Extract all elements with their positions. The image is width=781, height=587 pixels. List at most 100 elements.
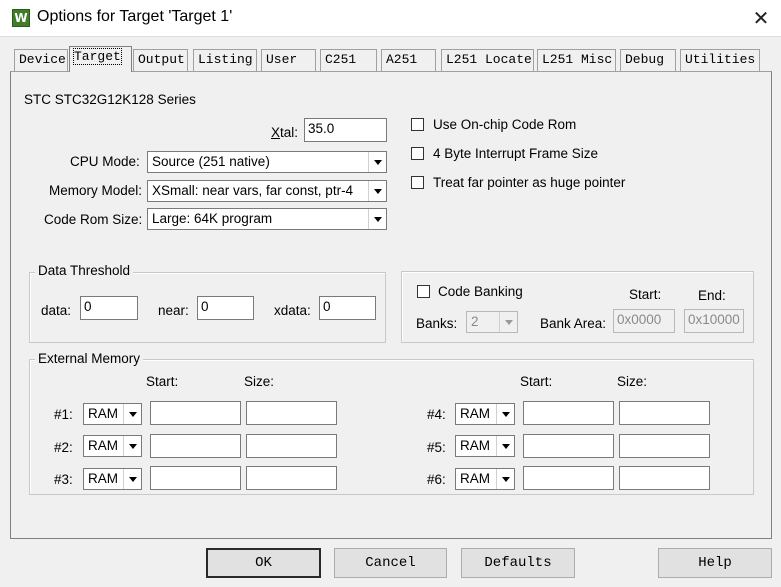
chevron-down-icon[interactable] (496, 404, 514, 424)
tab-output[interactable]: Output (133, 49, 188, 71)
chevron-down-icon[interactable] (368, 209, 386, 229)
ext-mem-3-size-input[interactable] (246, 466, 337, 490)
use-onchip-code-rom-checkbox[interactable] (411, 118, 424, 131)
ext-mem-6-label: #6: (427, 472, 446, 487)
code-banking-label: Code Banking (438, 284, 523, 299)
near-threshold-input[interactable]: 0 (197, 296, 254, 320)
cancel-button[interactable]: Cancel (334, 548, 447, 578)
cpu-mode-value: Source (251 native) (152, 154, 270, 169)
ext-mem-4-type-value: RAM (460, 406, 490, 421)
ok-button[interactable]: OK (206, 548, 321, 578)
tab-debug[interactable]: Debug (620, 49, 676, 71)
data-label: data: (41, 303, 72, 318)
memory-model-select[interactable]: XSmall: near vars, far const, ptr-4 (147, 180, 387, 202)
tab-l251-locate[interactable]: L251 Locate (441, 49, 534, 71)
memory-model-label: Memory Model: (49, 183, 143, 198)
xtal-input[interactable]: 35.0 (304, 118, 387, 142)
ext-mem-4-size-input[interactable] (619, 401, 710, 425)
ext-size-header-left: Size: (244, 374, 275, 389)
external-memory-title: External Memory (35, 351, 144, 366)
ext-mem-3-type-select[interactable]: RAM (83, 468, 142, 490)
tab-utilities[interactable]: Utilities (680, 49, 760, 71)
ext-mem-1-type-value: RAM (88, 406, 118, 421)
far-pointer-label: Treat far pointer as huge pointer (433, 175, 626, 190)
bank-end-label: End: (698, 288, 726, 303)
bank-area-end-input[interactable]: 0x10000 (684, 309, 744, 333)
ext-start-header-right: Start: (520, 374, 553, 389)
ext-mem-2-size-input[interactable] (246, 434, 337, 458)
ext-mem-2-type-select[interactable]: RAM (83, 435, 142, 457)
chevron-down-icon[interactable] (499, 312, 517, 332)
chevron-down-icon[interactable] (123, 469, 141, 489)
xdata-threshold-input[interactable]: 0 (319, 296, 376, 320)
bank-area-start-input[interactable]: 0x0000 (613, 309, 675, 333)
bank-start-label: Start: (629, 287, 662, 302)
ext-mem-4-start-input[interactable] (523, 401, 614, 425)
ext-mem-6-type-select[interactable]: RAM (455, 468, 515, 490)
tab-l251-misc[interactable]: L251 Misc (537, 49, 616, 71)
ext-mem-6-start-input[interactable] (523, 466, 614, 490)
ext-mem-5-label: #5: (427, 440, 446, 455)
banks-select[interactable]: 2 (466, 311, 518, 333)
ext-mem-5-size-input[interactable] (619, 434, 710, 458)
tab-c251[interactable]: C251 (320, 49, 377, 71)
ext-start-header-left: Start: (146, 374, 179, 389)
chevron-down-icon[interactable] (368, 181, 386, 201)
ext-size-header-right: Size: (617, 374, 648, 389)
ext-mem-5-start-input[interactable] (523, 434, 614, 458)
interrupt-frame-checkbox[interactable] (411, 147, 424, 160)
ext-mem-3-type-value: RAM (88, 471, 118, 486)
title-bar: W Options for Target 'Target 1' ✕ (0, 0, 781, 36)
banks-value: 2 (471, 314, 479, 329)
ext-mem-4-type-select[interactable]: RAM (455, 403, 515, 425)
ext-mem-2-start-input[interactable] (150, 434, 241, 458)
chevron-down-icon[interactable] (123, 404, 141, 424)
ext-mem-3-label: #3: (54, 472, 73, 487)
xdata-label: xdata: (274, 303, 311, 318)
ext-mem-3-start-input[interactable] (150, 466, 241, 490)
tab-device[interactable]: Device (14, 49, 68, 71)
cpu-mode-select[interactable]: Source (251 native) (147, 151, 387, 173)
keil-app-icon: W (12, 9, 30, 27)
close-icon[interactable]: ✕ (748, 5, 774, 31)
chevron-down-icon[interactable] (123, 436, 141, 456)
near-label: near: (158, 303, 189, 318)
tab-target[interactable]: Target (69, 46, 132, 72)
tab-user[interactable]: User (261, 49, 316, 71)
target-tab-panel: STC STC32G12K128 Series Xtal: 35.0 CPU M… (10, 71, 772, 539)
help-button[interactable]: Help (658, 548, 772, 578)
ext-mem-4-label: #4: (427, 407, 446, 422)
code-banking-checkbox[interactable] (417, 285, 430, 298)
ext-mem-5-type-value: RAM (460, 438, 490, 453)
ext-mem-1-label: #1: (54, 407, 73, 422)
chevron-down-icon[interactable] (368, 152, 386, 172)
device-series: STC STC32G12K128 Series (24, 92, 196, 107)
data-threshold-title: Data Threshold (35, 263, 134, 278)
chevron-down-icon[interactable] (496, 469, 514, 489)
memory-model-value: XSmall: near vars, far const, ptr-4 (152, 183, 354, 198)
ext-mem-1-type-select[interactable]: RAM (83, 403, 142, 425)
far-pointer-checkbox[interactable] (411, 176, 424, 189)
code-rom-size-label: Code Rom Size: (44, 212, 143, 227)
data-threshold-input[interactable]: 0 (80, 296, 138, 320)
ext-mem-1-start-input[interactable] (150, 401, 241, 425)
ext-mem-2-type-value: RAM (88, 438, 118, 453)
tab-listing[interactable]: Listing (193, 49, 257, 71)
chevron-down-icon[interactable] (496, 436, 514, 456)
code-rom-size-select[interactable]: Large: 64K program (147, 208, 387, 230)
code-rom-size-value: Large: 64K program (152, 211, 273, 226)
defaults-button[interactable]: Defaults (461, 548, 575, 578)
use-onchip-code-rom-label: Use On-chip Code Rom (433, 117, 577, 132)
ext-mem-1-size-input[interactable] (246, 401, 337, 425)
ext-mem-6-type-value: RAM (460, 471, 490, 486)
ext-mem-5-type-select[interactable]: RAM (455, 435, 515, 457)
tab-a251[interactable]: A251 (381, 49, 436, 71)
xtal-label: Xtal: (271, 125, 299, 140)
cpu-mode-label: CPU Mode: (70, 154, 140, 169)
interrupt-frame-label: 4 Byte Interrupt Frame Size (433, 146, 599, 161)
window-title: Options for Target 'Target 1' (37, 8, 233, 25)
ext-mem-2-label: #2: (54, 440, 73, 455)
banks-label: Banks: (416, 316, 458, 331)
bank-area-label: Bank Area: (540, 316, 607, 331)
ext-mem-6-size-input[interactable] (619, 466, 710, 490)
